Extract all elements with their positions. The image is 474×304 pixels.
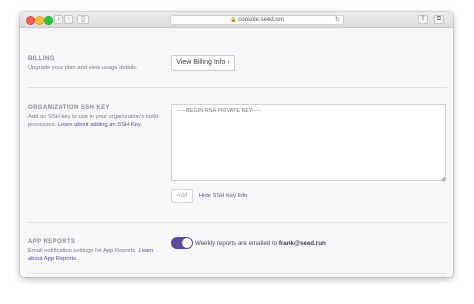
app-reports-section-title: APP REPORTS — [28, 239, 76, 245]
weekly-reports-toggle[interactable] — [171, 237, 193, 249]
billing-description: Upgrade your plan and view usage details… — [28, 65, 138, 71]
app-reports-description-text: Email notification settings for App Repo… — [28, 248, 137, 254]
tabs-overview-button[interactable]: ⧉ — [434, 15, 444, 24]
reload-icon[interactable]: ↻ — [335, 16, 340, 24]
browser-window: ‹ › ▯ 🔒 console.seed.run ↻ ⇧ ⧉ BILLING Up… — [20, 12, 453, 277]
billing-section-title: BILLING — [28, 56, 55, 62]
add-ssh-key-button[interactable]: Add — [171, 189, 193, 203]
sidebar-toggle-button[interactable]: ▯ — [77, 15, 89, 24]
hide-ssh-key-info-link[interactable]: Hide SSH Key Info — [199, 193, 247, 199]
zoom-window-button[interactable] — [44, 16, 53, 25]
close-window-button[interactable] — [26, 16, 35, 25]
weekly-reports-label: Weekly reports are emailed to frank@seed… — [195, 240, 326, 247]
tabs-icon: ⧉ — [436, 16, 442, 22]
settings-content: BILLING Upgrade your plan and view usage… — [20, 28, 453, 277]
section-divider — [27, 222, 447, 223]
section-divider — [27, 87, 447, 88]
back-button[interactable]: ‹ — [54, 15, 63, 24]
app-reports-description: Email notification settings for App Repo… — [28, 247, 168, 263]
view-billing-info-button[interactable]: View Billing Info › — [171, 55, 235, 71]
forward-button[interactable]: › — [64, 15, 73, 24]
minimize-window-button[interactable] — [35, 16, 44, 25]
share-button[interactable]: ⇧ — [418, 15, 428, 24]
ssh-key-section-title: ORGANIZATION SSH KEY — [28, 105, 110, 111]
browser-titlebar: ‹ › ▯ 🔒 console.seed.run ↻ ⇧ ⧉ — [20, 12, 453, 28]
chevron-left-icon: ‹ — [57, 16, 60, 23]
ssh-key-description: Add an SSH key to use in your organizati… — [28, 113, 166, 129]
url-text: console.seed.run — [238, 17, 284, 23]
share-icon: ⇧ — [420, 16, 426, 22]
sidebar-icon: ▯ — [81, 16, 85, 23]
report-email: frank@seed.run — [278, 240, 326, 247]
toggle-knob — [182, 238, 192, 248]
learn-ssh-key-link[interactable]: Learn about adding an SSH Key. — [58, 122, 142, 128]
section-divider — [27, 273, 447, 274]
ssh-key-textarea[interactable] — [171, 104, 446, 181]
resize-grip-icon[interactable]: ◢ — [441, 176, 445, 182]
lock-icon: 🔒 — [230, 17, 237, 23]
address-bar[interactable]: 🔒 console.seed.run ↻ — [170, 15, 344, 25]
chevron-right-icon: › — [67, 16, 70, 23]
weekly-reports-text: Weekly reports are emailed to — [195, 240, 278, 247]
